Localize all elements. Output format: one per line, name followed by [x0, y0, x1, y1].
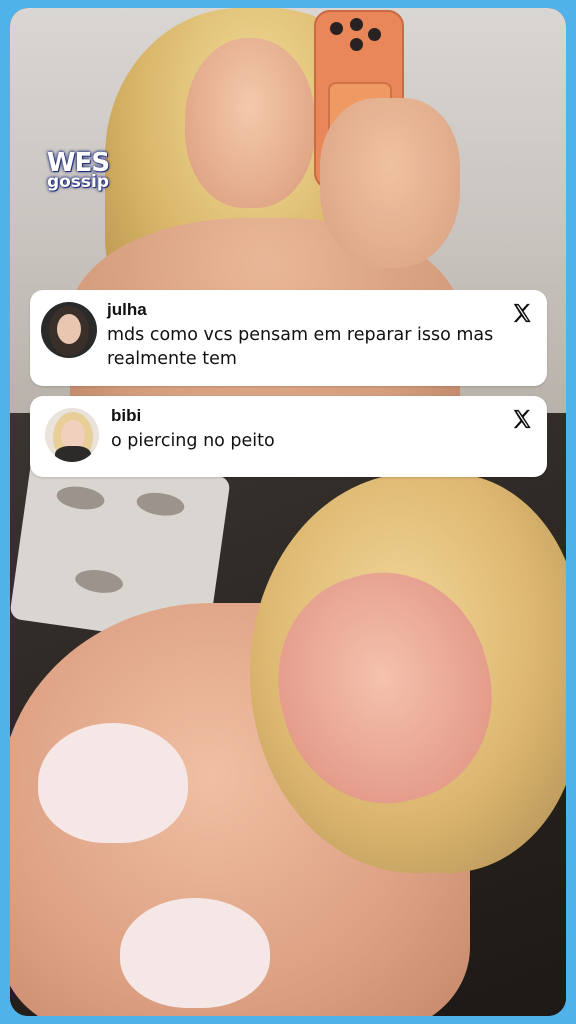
comment-username[interactable]: bibi: [111, 406, 141, 426]
comment-card[interactable]: julha mds como vcs pensam em reparar iss…: [30, 290, 547, 386]
photo-face: [185, 38, 315, 208]
avatar[interactable]: [41, 302, 97, 358]
wes-gossip-watermark: WES gossip: [38, 150, 118, 191]
clothing-top-bottom: [120, 898, 270, 1008]
x-logo-icon: [513, 303, 531, 323]
comment-text: o piercing no peito: [111, 431, 275, 451]
story-frame: WES gossip: [10, 8, 566, 1016]
avatar[interactable]: [45, 408, 99, 462]
comment-card[interactable]: bibi o piercing no peito: [30, 396, 547, 477]
clothing-top-left: [38, 723, 188, 843]
photo-hand: [320, 98, 460, 268]
bottom-photo: [10, 413, 566, 1016]
comment-username[interactable]: julha: [107, 300, 147, 320]
watermark-line2: gossip: [46, 172, 110, 192]
x-logo-icon: [513, 409, 531, 429]
comment-text: mds como vcs pensam em reparar isso mas …: [107, 325, 494, 369]
